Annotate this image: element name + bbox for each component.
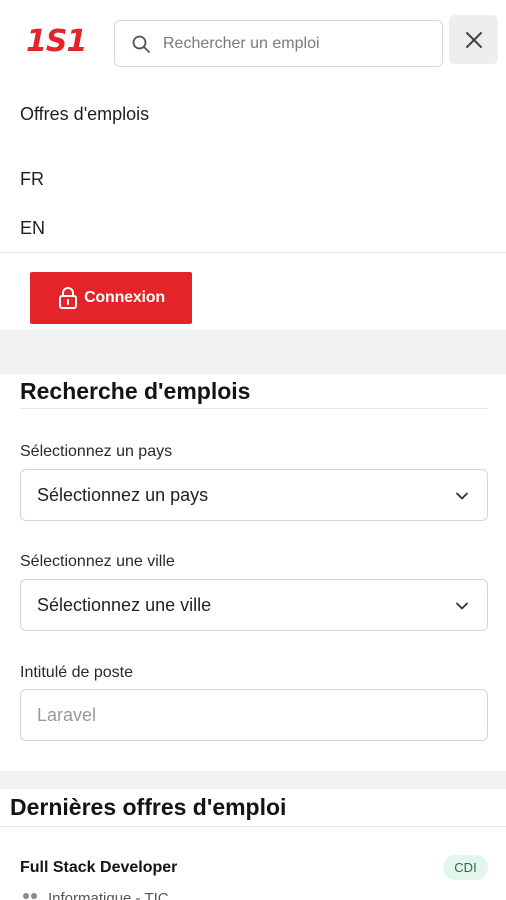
city-label: Sélectionnez une ville xyxy=(20,553,175,570)
job-search-box[interactable] xyxy=(114,20,443,67)
job-card-title[interactable]: Full Stack Developer xyxy=(20,858,177,878)
country-select-value: Sélectionnez un pays xyxy=(37,485,209,505)
latest-jobs-title: Dernières offres d'emploi xyxy=(10,794,287,820)
job-category: Informatique - TIC xyxy=(48,890,169,900)
menu-item-language-en[interactable]: EN xyxy=(20,217,45,239)
close-icon xyxy=(465,31,482,48)
lock-icon xyxy=(59,287,78,309)
menu-item-job-offers[interactable]: Offres d'emplois xyxy=(20,103,149,125)
site-logo[interactable]: 1S1 xyxy=(26,25,87,59)
contract-type-badge: CDI xyxy=(443,855,488,880)
job-card-meta: Informatique - TIC xyxy=(20,890,169,900)
top-header: 1S1 xyxy=(0,0,506,86)
chevron-down-icon xyxy=(456,602,468,610)
login-label: Connexion xyxy=(84,289,165,306)
section-separator-2 xyxy=(0,771,506,789)
search-icon xyxy=(132,35,150,53)
login-button[interactable]: Connexion xyxy=(30,272,192,324)
latest-jobs-divider xyxy=(0,826,506,827)
city-select-value: Sélectionnez une ville xyxy=(37,595,212,615)
country-label: Sélectionnez un pays xyxy=(20,443,173,460)
menu-item-language-fr[interactable]: FR xyxy=(20,168,44,190)
title-underline xyxy=(20,408,488,409)
job-title-input[interactable] xyxy=(20,689,488,741)
users-icon xyxy=(23,893,37,899)
chevron-down-icon xyxy=(456,492,468,500)
section-separator xyxy=(0,330,506,374)
country-select[interactable]: Sélectionnez un pays xyxy=(20,469,488,521)
menu-divider xyxy=(0,252,506,253)
close-menu-button[interactable] xyxy=(449,15,498,64)
job-search-title: Recherche d'emplois xyxy=(20,378,251,404)
job-title-label: Intitulé de poste xyxy=(20,664,133,681)
city-select[interactable]: Sélectionnez une ville xyxy=(20,579,488,631)
search-input[interactable] xyxy=(163,30,431,58)
